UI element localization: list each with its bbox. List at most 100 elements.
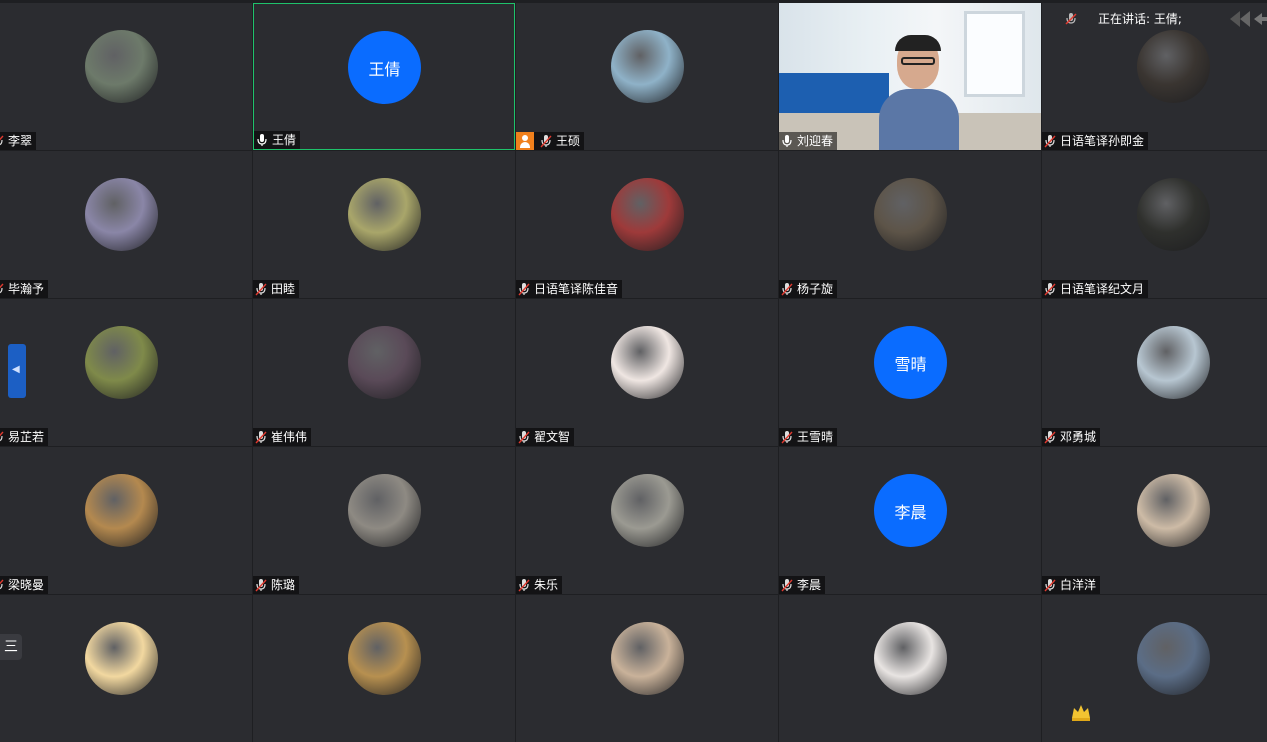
participant-name: 王倩 <box>272 133 297 147</box>
name-label: 陈璐 <box>253 576 300 594</box>
participant-name: 刘迎春 <box>797 134 834 148</box>
name-label: 李晨 <box>779 576 826 594</box>
avatar <box>611 178 684 251</box>
participant-tile[interactable]: 日语笔译陈佳音 <box>516 151 778 298</box>
mic-muted-icon <box>1044 282 1056 296</box>
participant-tile[interactable]: 王硕 <box>516 3 778 150</box>
participant-tile[interactable]: 毕瀚予 <box>0 151 252 298</box>
mic-muted-icon <box>1044 578 1056 592</box>
participant-tile[interactable] <box>779 595 1041 742</box>
name-label: 白洋洋 <box>1042 576 1101 594</box>
participant-tile[interactable]: 崔伟伟 <box>253 299 515 446</box>
video-feed <box>779 3 1041 150</box>
mic-muted-icon <box>0 578 4 592</box>
participant-tile[interactable]: 白洋洋 <box>1042 447 1267 594</box>
name-label: 邓勇城 <box>1042 428 1101 446</box>
name-label: 杨子旋 <box>779 280 838 298</box>
participant-tile[interactable] <box>253 595 515 742</box>
mic-muted-icon <box>781 282 793 296</box>
avatar <box>1137 622 1210 695</box>
participant-name: 田睦 <box>271 282 296 296</box>
participant-tile[interactable]: 田睦 <box>253 151 515 298</box>
name-label: 毕瀚予 <box>0 280 49 298</box>
speaking-label: 正在讲话: 王倩; <box>1098 12 1182 26</box>
mic-muted-icon <box>255 282 267 296</box>
avatar-initials: 雪晴 <box>874 326 947 399</box>
participant-name: 李翠 <box>8 134 33 148</box>
name-label: 翟文智 <box>516 428 575 446</box>
participant-name: 易芷若 <box>8 430 45 444</box>
participant-tile[interactable]: 李晨 李晨 <box>779 447 1041 594</box>
mic-muted-icon <box>518 578 530 592</box>
participant-name: 日语笔译陈佳音 <box>534 282 619 296</box>
name-label: 日语笔译纪文月 <box>1042 280 1149 298</box>
avatar <box>85 474 158 547</box>
avatar <box>874 622 947 695</box>
mic-muted-icon <box>781 430 793 444</box>
mic-icon <box>256 133 268 147</box>
participant-name: 杨子旋 <box>797 282 834 296</box>
avatar <box>348 178 421 251</box>
participant-name: 崔伟伟 <box>271 430 308 444</box>
avatar-initials: 李晨 <box>874 474 947 547</box>
host-badge-icon <box>516 132 534 150</box>
participant-name: 毕瀚予 <box>8 282 45 296</box>
participant-tile[interactable] <box>516 595 778 742</box>
participant-name: 白洋洋 <box>1060 578 1097 592</box>
crown-icon <box>1072 705 1090 721</box>
participant-name: 邓勇城 <box>1060 430 1097 444</box>
mic-muted-icon <box>0 282 4 296</box>
name-label: 日语笔译孙即金 <box>1042 132 1149 150</box>
avatar <box>611 326 684 399</box>
participant-tile[interactable]: 刘迎春 <box>779 3 1041 150</box>
avatar <box>611 30 684 103</box>
participant-tile[interactable]: 朱乐 <box>516 447 778 594</box>
mic-muted-icon <box>0 430 4 444</box>
participant-tile[interactable]: 日语笔译纪文月 <box>1042 151 1267 298</box>
participant-tile[interactable]: 翟文智 <box>516 299 778 446</box>
participant-tile[interactable]: 邓勇城 <box>1042 299 1267 446</box>
avatar <box>611 622 684 695</box>
name-label: 刘迎春 <box>779 132 838 150</box>
mic-muted-icon <box>0 134 4 148</box>
name-label: 王硕 <box>516 132 585 150</box>
name-label: 田睦 <box>253 280 300 298</box>
participant-name: 陈璐 <box>271 578 296 592</box>
participant-name: 李晨 <box>797 578 822 592</box>
mic-muted-icon <box>255 578 267 592</box>
participant-name: 朱乐 <box>534 578 559 592</box>
collapse-arrows-icon[interactable] <box>1228 9 1267 29</box>
participant-tile[interactable]: 易芷若 <box>0 299 252 446</box>
participant-name: 日语笔译孙即金 <box>1060 134 1145 148</box>
avatar <box>348 474 421 547</box>
name-label: 王雪晴 <box>779 428 838 446</box>
participant-tile[interactable]: 雪晴王雪晴 <box>779 299 1041 446</box>
participant-tile[interactable]: 王倩 王倩 <box>253 3 515 150</box>
avatar <box>85 30 158 103</box>
avatar <box>85 326 158 399</box>
speaking-indicator: 正在讲话: 王倩; <box>1064 10 1182 28</box>
participant-name: 王雪晴 <box>797 430 834 444</box>
mic-muted-icon <box>1065 13 1077 25</box>
name-label: 易芷若 <box>0 428 49 446</box>
participant-grid: 李翠 王倩 王倩 王硕 刘迎春 日语笔译孙即金毕瀚予 田睦 日语笔译陈佳音 杨子旋 日语笔译纪文月… <box>0 0 1267 742</box>
mic-muted-icon <box>1044 430 1056 444</box>
avatar <box>85 178 158 251</box>
participant-tile[interactable]: 杨子旋 <box>779 151 1041 298</box>
mic-muted-icon <box>518 282 530 296</box>
name-label: 王倩 <box>254 131 301 149</box>
avatar <box>348 326 421 399</box>
mic-muted-icon <box>255 430 267 444</box>
avatar <box>85 622 158 695</box>
participant-tile[interactable]: 陈璐 <box>253 447 515 594</box>
avatar <box>1137 474 1210 547</box>
mic-muted-icon <box>518 430 530 444</box>
participant-tile[interactable] <box>0 595 252 742</box>
mic-muted-icon <box>540 134 552 148</box>
collapse-side-panel-button[interactable]: ◀ <box>8 344 26 398</box>
mic-muted-icon <box>1044 134 1056 148</box>
participant-tile[interactable]: 梁晓曼 <box>0 447 252 594</box>
menu-button[interactable]: 三 <box>0 634 22 660</box>
participant-tile[interactable]: 李翠 <box>0 3 252 150</box>
mic-muted-icon <box>781 134 793 148</box>
